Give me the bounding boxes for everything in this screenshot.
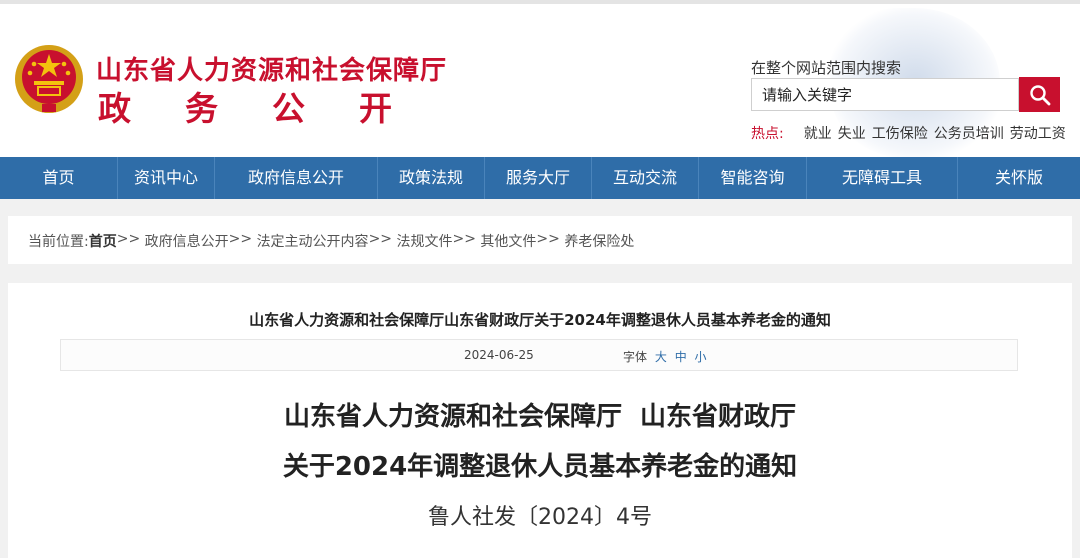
breadcrumb-pension-office[interactable]: 养老保险处	[564, 231, 634, 251]
article-title: 山东省人力资源和社会保障厅山东省财政厅关于2024年调整退休人员基本养老金的通知	[249, 311, 831, 329]
breadcrumb-sep: >>	[368, 231, 393, 247]
main-nav: 首页 资讯中心 政府信息公开 政策法规 服务大厅 互动交流 智能咨询 无障碍工具…	[0, 157, 1080, 199]
nav-smart-consult[interactable]: 智能咨询	[699, 157, 807, 199]
hot-item-peixun[interactable]: 公务员培训	[934, 123, 1004, 143]
font-size-controls: 字体 大 中 小	[623, 348, 707, 365]
hot-item-gongzi[interactable]: 劳动工资	[1010, 123, 1066, 143]
breadcrumb-sep: >>	[452, 231, 476, 247]
font-size-large[interactable]: 大	[655, 350, 667, 364]
article-meta: 2024-06-25 字体 大 中 小	[60, 339, 1018, 371]
search-label: 在整个网站范围内搜索	[751, 59, 902, 77]
breadcrumb-other-docs[interactable]: 其他文件	[480, 231, 536, 251]
breadcrumb-prefix: 当前位置:	[28, 234, 89, 250]
site-header: 山东省人力资源和社会保障厅 政务公开 在整个网站范围内搜索 热点: 就业 失业 …	[0, 0, 1080, 157]
page: 山东省人力资源和社会保障厅 政务公开 在整个网站范围内搜索 热点: 就业 失业 …	[0, 0, 1080, 558]
breadcrumb-bar: 当前位置: 首页 >> 政府信息公开 >> 法定主动公开内容 >> 法规文件 >…	[8, 216, 1072, 264]
breadcrumb-gov-info[interactable]: 政府信息公开	[145, 231, 229, 251]
nav-interact[interactable]: 互动交流	[592, 157, 699, 199]
nav-care-edition[interactable]: 关怀版	[958, 157, 1080, 199]
nav-home[interactable]: 首页	[0, 157, 118, 199]
publish-date: 2024-06-25	[464, 348, 534, 362]
document-heading-line2: 关于2024年调整退休人员基本养老金的通知	[282, 452, 798, 482]
nav-news[interactable]: 资讯中心	[118, 157, 215, 199]
breadcrumb-home[interactable]: 首页	[89, 231, 117, 251]
nav-accessibility[interactable]: 无障碍工具	[807, 157, 958, 199]
font-label: 字体	[623, 350, 648, 364]
article: 山东省人力资源和社会保障厅山东省财政厅关于2024年调整退休人员基本养老金的通知…	[8, 283, 1072, 558]
document-heading-line1: 山东省人力资源和社会保障厅 山东省财政厅	[283, 402, 797, 432]
breadcrumb-sep: >>	[536, 231, 560, 247]
nav-policy[interactable]: 政策法规	[378, 157, 485, 199]
font-size-medium[interactable]: 中	[675, 350, 687, 364]
font-size-small[interactable]: 小	[695, 350, 707, 364]
breadcrumb-sep: >>	[116, 231, 141, 247]
hot-item-shiye[interactable]: 失业	[838, 123, 866, 143]
search-button[interactable]	[1019, 77, 1060, 112]
top-strip	[0, 0, 1080, 4]
breadcrumb-regulations[interactable]: 法规文件	[396, 231, 452, 251]
hot-item-gongshang[interactable]: 工伤保险	[872, 123, 928, 143]
site-subtitle: 政务公开	[98, 89, 446, 128]
breadcrumb-disclosure[interactable]: 法定主动公开内容	[257, 231, 369, 251]
search-input[interactable]	[751, 78, 1019, 111]
nav-gov-info[interactable]: 政府信息公开	[215, 157, 378, 199]
hot-item-jiuye[interactable]: 就业	[804, 123, 832, 143]
breadcrumb: 当前位置: 首页 >> 政府信息公开 >> 法定主动公开内容 >> 法规文件 >…	[28, 231, 634, 251]
hot-topics: 热点: 就业 失业 工伤保险 公务员培训 劳动工资	[751, 123, 1066, 143]
hot-label: 热点:	[751, 126, 784, 142]
breadcrumb-sep: >>	[228, 231, 253, 247]
nav-service[interactable]: 服务大厅	[485, 157, 592, 199]
national-emblem-icon[interactable]	[12, 42, 86, 122]
search-icon	[1029, 84, 1050, 105]
document-number: 鲁人社发〔2024〕4号	[428, 505, 652, 530]
